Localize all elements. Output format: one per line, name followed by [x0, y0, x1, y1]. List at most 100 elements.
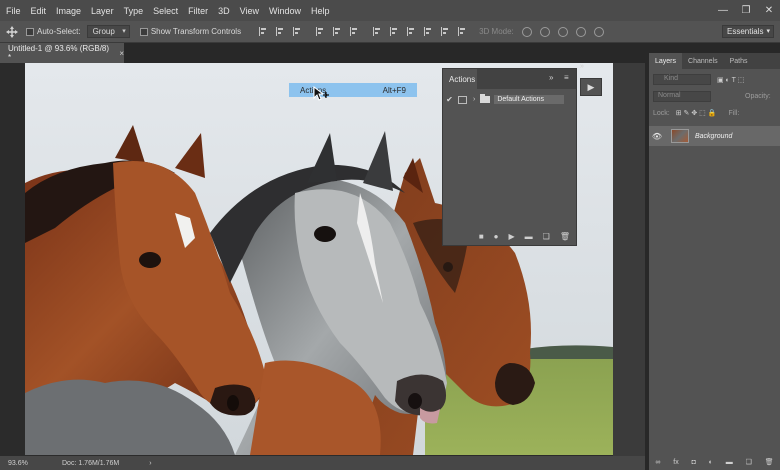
restore-button[interactable]: ❐	[735, 0, 757, 21]
3d-pan-icon[interactable]	[557, 26, 568, 37]
fill-label: Fill:	[728, 109, 740, 117]
distribute-left-icon[interactable]	[424, 27, 433, 36]
options-bar: Auto-Select: Group Show Transform Contro…	[0, 21, 780, 43]
new-group-icon[interactable]: ▬	[726, 459, 733, 466]
align-bottom-icon[interactable]	[350, 27, 359, 36]
menu-bar: File Edit Image Layer Type Select Filter…	[0, 0, 780, 21]
distribute-vcenter-icon[interactable]	[390, 27, 399, 36]
layers-panel: Layers Channels Paths Kind ▣ ◐ T ⬚ Norma…	[649, 53, 780, 470]
3d-slide-icon[interactable]	[575, 26, 586, 37]
layer-name[interactable]: Background	[695, 133, 732, 140]
play-icon[interactable]: ▶	[509, 232, 515, 241]
actions-panel: Actions » ≡ ✔ › Default Actions ■ ● ▶ ▬ …	[442, 68, 577, 246]
actions-menu-icon[interactable]: ≡	[564, 73, 569, 82]
layer-thumbnail	[671, 129, 689, 143]
photoshop-window: File Edit Image Layer Type Select Filter…	[0, 0, 780, 470]
filter-icons[interactable]: ▣ ◐ T ⬚	[717, 76, 744, 84]
actions-collapse-icon[interactable]: »	[549, 73, 553, 82]
align-vcenter-icon[interactable]	[333, 27, 342, 36]
menu-image[interactable]: Image	[51, 6, 86, 16]
actions-menu-highlight[interactable]: Actions Alt+F9	[289, 83, 417, 97]
lock-icons[interactable]: ⊞ ✎ ✥ ⬚ 🔒	[676, 109, 717, 117]
add-mask-icon[interactable]: ◘	[692, 459, 696, 466]
move-cursor-icon	[313, 86, 329, 101]
menu-layer[interactable]: Layer	[86, 6, 119, 16]
menu-file[interactable]: File	[0, 6, 26, 16]
link-layers-icon[interactable]: ∞	[655, 459, 660, 466]
blend-mode-dropdown[interactable]: Normal	[653, 91, 711, 102]
status-bar: 93.6% Doc: 1.76M/1.76M ›	[0, 456, 645, 470]
lock-row: Lock: ⊞ ✎ ✥ ⬚ 🔒 Fill:	[653, 109, 740, 118]
status-zoom[interactable]: 93.6%	[0, 460, 55, 467]
auto-select-label: Auto-Select:	[37, 27, 81, 36]
menu-help[interactable]: Help	[306, 6, 335, 16]
menu-type[interactable]: Type	[119, 6, 149, 16]
canvas-pasteboard	[613, 63, 645, 456]
filter-row: Kind ▣ ◐ T ⬚	[653, 74, 744, 85]
record-icon[interactable]: ●	[494, 232, 499, 241]
collapse-icon[interactable]: »	[580, 63, 584, 70]
delete-icon[interactable]: 🗑	[560, 232, 570, 241]
right-panel-column: Layers Channels Paths Kind ▣ ◐ T ⬚ Norma…	[645, 43, 780, 470]
layers-footer: ∞ fx ◘ ◐ ▬ ❑ 🗑	[649, 454, 780, 470]
distribute-right-icon[interactable]	[458, 27, 467, 36]
delete-layer-icon[interactable]: 🗑	[765, 458, 774, 466]
actions-tab[interactable]: Actions	[443, 69, 477, 89]
new-set-icon[interactable]: ▬	[525, 232, 533, 241]
tab-paths[interactable]: Paths	[724, 53, 754, 69]
actions-list: ✔ › Default Actions	[443, 89, 578, 229]
distribute-hcenter-icon[interactable]	[441, 27, 450, 36]
align-left-icon[interactable]	[259, 27, 268, 36]
action-set-row[interactable]: ✔ › Default Actions	[443, 93, 578, 106]
new-action-icon[interactable]: ❑	[543, 232, 550, 241]
opacity-label: Opacity:	[745, 93, 771, 100]
auto-select-dropdown[interactable]: Group	[86, 25, 130, 38]
dialog-toggle-icon[interactable]	[458, 95, 467, 104]
close-button[interactable]: ✕	[758, 0, 780, 21]
workspace-switcher[interactable]: Essentials	[722, 25, 774, 38]
stop-icon[interactable]: ■	[479, 232, 484, 241]
distribute-bottom-icon[interactable]	[407, 27, 416, 36]
tab-layers[interactable]: Layers	[649, 53, 683, 69]
new-layer-icon[interactable]: ❑	[746, 458, 752, 466]
actions-dock-icon[interactable]: ▶	[580, 78, 602, 96]
auto-select-checkbox[interactable]	[26, 27, 34, 36]
layer-row-background[interactable]: 👁 Background	[649, 126, 780, 146]
menu-edit[interactable]: Edit	[26, 6, 52, 16]
align-right-icon[interactable]	[293, 27, 302, 36]
document-tab[interactable]: Untitled-1 @ 93.6% (RGB/8) * ×	[0, 43, 124, 63]
action-checkmark-icon[interactable]: ✔	[443, 95, 456, 104]
visibility-eye-icon[interactable]: 👁	[649, 132, 665, 141]
status-menu-arrow[interactable]: ›	[149, 460, 151, 467]
kind-filter-dropdown[interactable]: Kind	[653, 74, 711, 85]
adjustment-layer-icon[interactable]: ◐	[709, 459, 713, 466]
minimize-button[interactable]: —	[712, 0, 734, 21]
3d-rotate-icon[interactable]	[521, 26, 532, 37]
menu-filter[interactable]: Filter	[183, 6, 213, 16]
floating-panel-controls[interactable]: »	[580, 63, 584, 70]
document-close-icon[interactable]: ×	[119, 49, 124, 58]
3d-scale-icon[interactable]	[593, 26, 604, 37]
menu-3d[interactable]: 3D	[213, 6, 235, 16]
expand-arrow-icon[interactable]: ›	[473, 96, 475, 103]
3d-roll-icon[interactable]	[539, 26, 550, 37]
actions-menu-shortcut: Alt+F9	[382, 85, 406, 95]
3d-mode-label: 3D Mode:	[479, 27, 514, 36]
lock-label: Lock:	[653, 109, 670, 117]
align-hcenter-icon[interactable]	[276, 27, 285, 36]
tab-channels[interactable]: Channels	[682, 53, 724, 69]
show-transform-checkbox[interactable]	[139, 27, 148, 36]
menu-select[interactable]: Select	[148, 6, 183, 16]
status-doc-size: Doc: 1.76M/1.76M	[62, 459, 120, 467]
menu-window[interactable]: Window	[264, 6, 306, 16]
blend-row: Normal Opacity:	[653, 91, 771, 102]
action-set-label[interactable]: Default Actions	[494, 95, 565, 104]
align-top-icon[interactable]	[316, 27, 325, 36]
fx-icon[interactable]: fx	[673, 459, 678, 466]
actions-panel-header[interactable]: Actions » ≡	[443, 69, 576, 89]
actions-footer: ■ ● ▶ ▬ ❑ 🗑	[443, 227, 578, 245]
move-tool-icon[interactable]	[4, 25, 20, 39]
folder-icon	[480, 94, 491, 103]
menu-view[interactable]: View	[235, 6, 264, 16]
distribute-top-icon[interactable]	[373, 27, 382, 36]
